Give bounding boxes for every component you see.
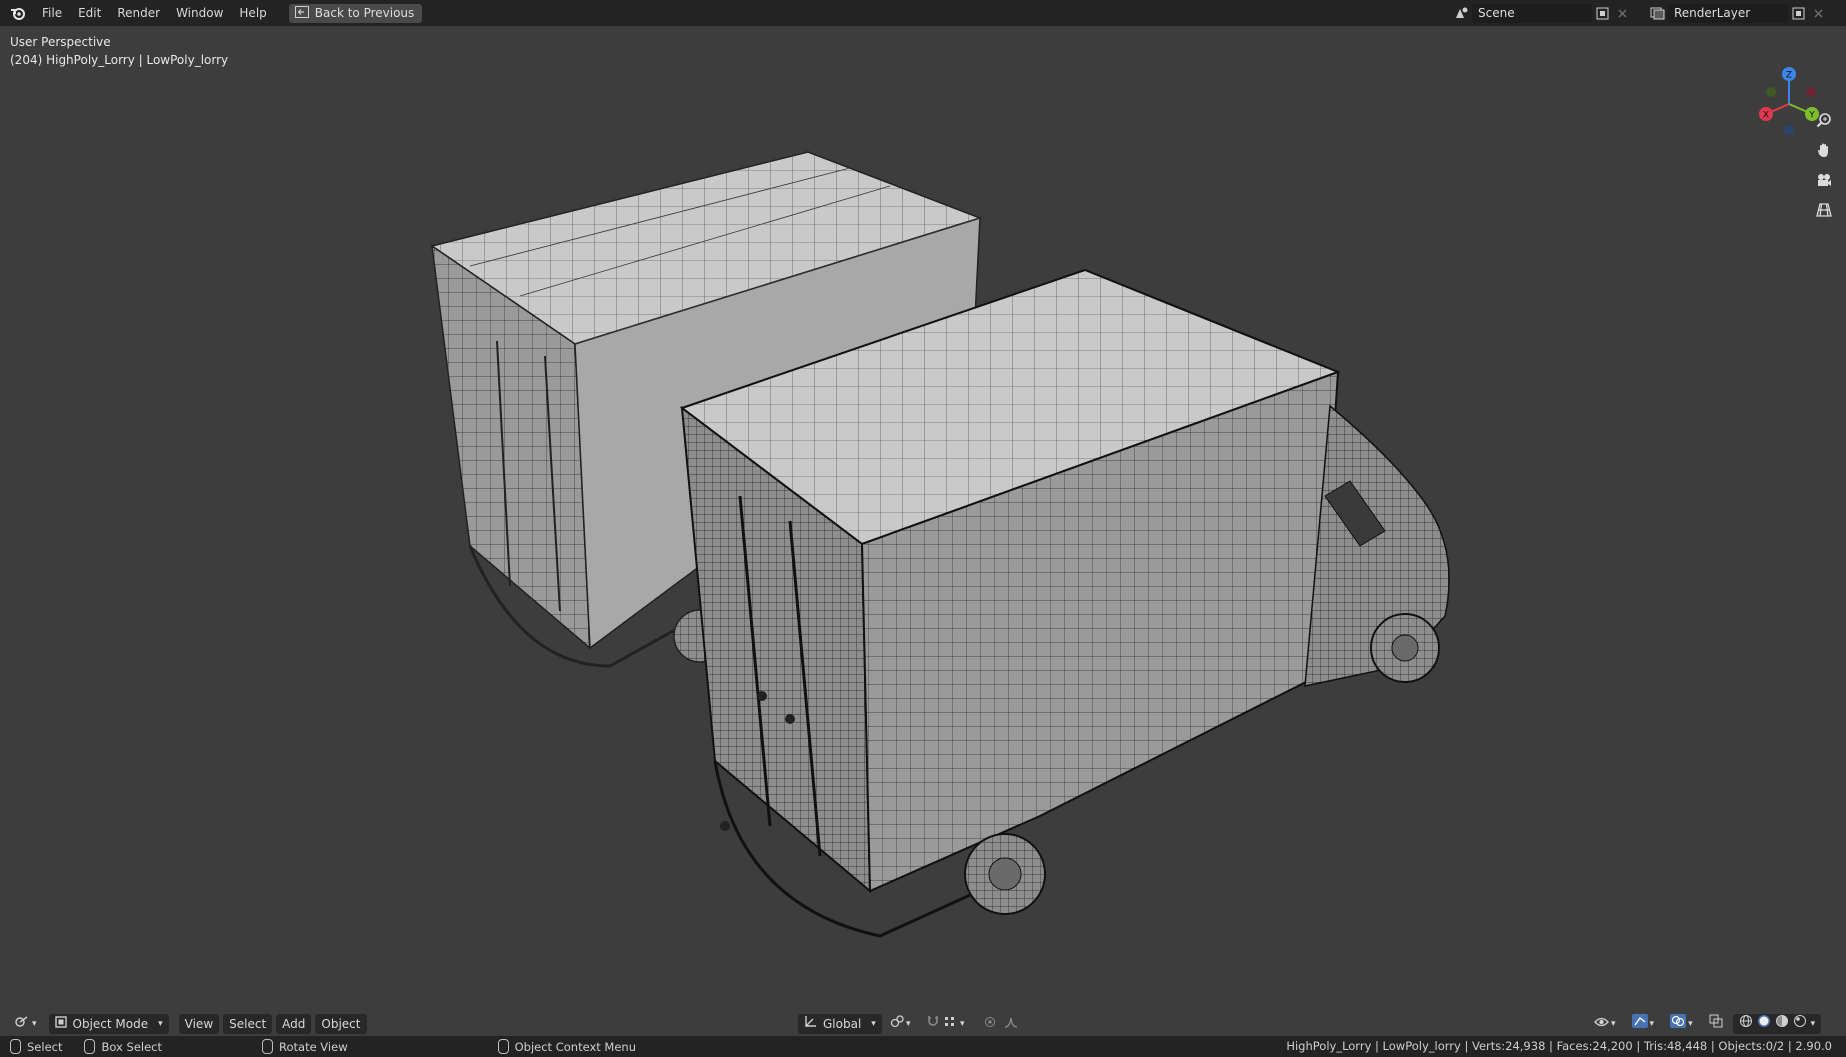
object-mode-icon (54, 1014, 67, 1034)
mouse-drag-icon (84, 1039, 96, 1054)
material-preview-shading-icon[interactable] (1775, 1014, 1789, 1034)
back-to-previous-button[interactable]: Back to Previous (288, 3, 423, 23)
chevron-down-icon[interactable]: ▾ (1811, 1014, 1816, 1034)
gizmo-z-label: Z (1786, 71, 1792, 81)
navigation-gizmo[interactable]: Z X Y (1754, 64, 1824, 142)
pan-view-hand-icon[interactable] (1812, 138, 1836, 162)
shading-mode-group: ▾ (1732, 1014, 1822, 1034)
menu-edit[interactable]: Edit (70, 0, 109, 26)
xray-icon (1709, 1014, 1723, 1031)
chevron-down-icon: ▾ (960, 1019, 965, 1029)
chevron-down-icon: ▾ (32, 1019, 37, 1029)
menu-window[interactable]: Window (168, 0, 231, 26)
chevron-down-icon: ▾ (1611, 1019, 1616, 1029)
menu-add[interactable]: Add (276, 1014, 312, 1034)
menu-help[interactable]: Help (231, 0, 274, 26)
status-box-select-hint: Box Select (84, 1039, 162, 1054)
viewport-header: ▾ Object Mode ▾ View Select Add Object G… (0, 1010, 1846, 1038)
render-layer-icon[interactable] (1648, 4, 1668, 23)
proportional-editing-toggle[interactable] (978, 1014, 1024, 1034)
chevron-down-icon: ▾ (871, 1019, 876, 1029)
mouse-right-icon (497, 1039, 509, 1054)
delete-scene-icon[interactable] (1612, 4, 1632, 23)
menu-view[interactable]: View (178, 1014, 220, 1034)
menu-select[interactable]: Select (223, 1014, 273, 1034)
status-context-menu-hint: Object Context Menu (497, 1039, 636, 1054)
mouse-left-icon (10, 1039, 21, 1054)
status-rotate-view-hint: Rotate View (262, 1039, 348, 1054)
back-button-label: Back to Previous (314, 6, 415, 20)
overlays-icon (1670, 1014, 1687, 1034)
toggle-perspective-grid-icon[interactable] (1812, 198, 1836, 222)
overlays-toggle[interactable]: ▾ (1664, 1014, 1699, 1034)
status-select-hint: Select (10, 1039, 62, 1054)
box-select-hint-label: Box Select (101, 1039, 162, 1054)
transform-orientation-selector[interactable]: Global ▾ (798, 1014, 882, 1034)
gizmo-neg-z-icon[interactable] (1784, 125, 1794, 135)
gizmo-neg-x-icon[interactable] (1806, 87, 1816, 97)
lorry-wireframe-render[interactable] (0, 26, 1846, 1022)
select-hint-label: Select (27, 1039, 63, 1054)
blender-logo-icon[interactable] (8, 3, 28, 23)
magnet-icon (926, 1014, 940, 1034)
top-bar: File Edit Render Window Help Back to Pre… (0, 0, 1846, 26)
gizmos-toggle[interactable]: ▾ (1626, 1014, 1661, 1034)
eye-icon (1594, 1014, 1609, 1034)
xray-toggle[interactable] (1703, 1014, 1729, 1034)
mode-label: Object Mode (72, 1017, 149, 1031)
orientation-axes-icon (804, 1014, 817, 1034)
orientation-label: Global (823, 1017, 862, 1031)
scene-statistics: HighPoly_Lorry | LowPoly_lorry | Verts:2… (1286, 1039, 1832, 1053)
render-layer-field[interactable]: RenderLayer (1668, 3, 1788, 23)
snap-increment-icon (944, 1014, 956, 1034)
editor-type-selector[interactable]: ▾ (8, 1014, 43, 1034)
pivot-point-icon (890, 1014, 904, 1034)
new-scene-icon[interactable] (1592, 4, 1612, 23)
rotate-view-hint-label: Rotate View (279, 1039, 348, 1054)
zoom-view-icon[interactable] (1812, 108, 1836, 132)
solid-shading-icon[interactable] (1757, 1014, 1771, 1034)
editor-type-icon (14, 1014, 30, 1034)
menu-render[interactable]: Render (109, 0, 168, 26)
camera-view-icon[interactable] (1812, 168, 1836, 192)
chevron-down-icon: ▾ (906, 1019, 911, 1029)
scene-selector: Scene (1452, 3, 1632, 23)
rendered-shading-icon[interactable] (1793, 1014, 1807, 1034)
scene-icon[interactable] (1452, 4, 1472, 23)
falloff-curve-icon (1004, 1014, 1018, 1034)
menu-file[interactable]: File (34, 0, 70, 26)
wireframe-shading-icon[interactable] (1739, 1014, 1753, 1034)
snap-toggle[interactable]: ▾ (920, 1014, 971, 1034)
back-icon (294, 5, 309, 21)
gizmo-neg-y-icon[interactable] (1766, 87, 1776, 97)
visibility-selector[interactable]: ▾ (1588, 1014, 1622, 1034)
gizmo-toggle-icon (1631, 1014, 1648, 1034)
new-render-layer-icon[interactable] (1788, 4, 1808, 23)
chevron-down-icon: ▾ (158, 1019, 163, 1029)
chevron-down-icon: ▾ (1688, 1019, 1693, 1029)
highpoly-lorry-model[interactable] (679, 268, 1450, 938)
menu-object[interactable]: Object (315, 1014, 367, 1034)
mode-selector[interactable]: Object Mode ▾ (48, 1014, 169, 1034)
context-menu-hint-label: Object Context Menu (514, 1039, 636, 1054)
viewport-display-controls: ▾ ▾ ▾ ▾ (1588, 1014, 1822, 1034)
3d-viewport[interactable]: User Perspective (204) HighPoly_Lorry | … (0, 26, 1846, 1022)
pivot-point-selector[interactable]: ▾ (884, 1014, 917, 1034)
mouse-middle-icon (262, 1039, 273, 1054)
chevron-down-icon: ▾ (1649, 1019, 1655, 1029)
render-layer-selector: RenderLayer (1648, 3, 1828, 23)
delete-render-layer-icon[interactable] (1808, 4, 1828, 23)
proportional-edit-icon (984, 1014, 996, 1034)
status-bar: Select Box Select Rotate View Object Con… (0, 1036, 1846, 1057)
scene-name-field[interactable]: Scene (1472, 3, 1592, 23)
gizmo-x-label: X (1763, 111, 1769, 121)
